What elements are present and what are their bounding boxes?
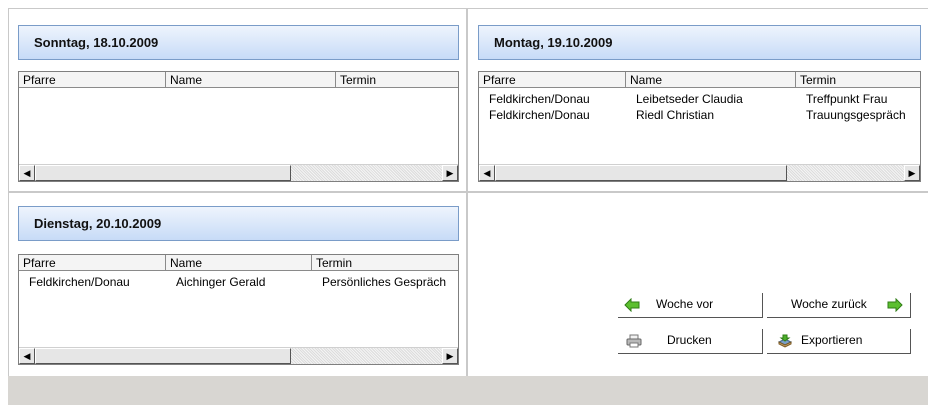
grid-divider-horizontal — [8, 191, 928, 193]
scroll-left-icon[interactable]: ◀ — [19, 165, 35, 181]
week-back-button[interactable]: Woche zurück — [767, 293, 911, 318]
horizontal-scrollbar[interactable]: ◀ ▶ — [19, 164, 458, 181]
day-title: Sonntag, 18.10.2009 — [34, 35, 159, 50]
printer-icon — [626, 334, 642, 348]
day-title: Dienstag, 20.10.2009 — [34, 216, 162, 231]
arrow-left-icon — [624, 298, 640, 312]
scroll-left-icon[interactable]: ◀ — [19, 348, 35, 364]
week-forward-button[interactable]: Woche vor — [618, 293, 763, 318]
column-header-name[interactable]: Name — [166, 255, 312, 271]
scroll-right-icon[interactable]: ▶ — [442, 348, 458, 364]
column-header-termin[interactable]: Termin — [796, 72, 920, 88]
scroll-left-icon[interactable]: ◀ — [479, 165, 495, 181]
column-header-termin[interactable]: Termin — [336, 72, 458, 88]
scrollbar-thumb[interactable] — [495, 165, 787, 181]
status-bar — [8, 376, 928, 405]
day-header-monday: Montag, 19.10.2009 — [478, 25, 921, 60]
column-header-name[interactable]: Name — [626, 72, 796, 88]
horizontal-scrollbar[interactable]: ◀ ▶ — [19, 347, 458, 364]
calendar-grid: Sonntag, 18.10.2009 Pfarre Name Termin ◀… — [0, 0, 928, 376]
column-header-pfarre[interactable]: Pfarre — [19, 255, 166, 271]
appointments-list-tuesday[interactable]: Pfarre Name Termin Feldkirchen/Donau Aic… — [18, 254, 459, 365]
column-header-name[interactable]: Name — [166, 72, 336, 88]
appointments-list-monday[interactable]: Pfarre Name Termin Feldkirchen/Donau Lei… — [478, 71, 921, 182]
column-header-termin[interactable]: Termin — [312, 255, 458, 271]
day-header-tuesday: Dienstag, 20.10.2009 — [18, 206, 459, 241]
scroll-right-icon[interactable]: ▶ — [442, 165, 458, 181]
day-header-sunday: Sonntag, 18.10.2009 — [18, 25, 459, 60]
column-header-pfarre[interactable]: Pfarre — [19, 72, 166, 88]
scrollbar-thumb[interactable] — [35, 165, 291, 181]
arrow-right-icon — [887, 298, 903, 312]
print-button[interactable]: Drucken — [618, 329, 763, 354]
scrollbar-thumb[interactable] — [35, 348, 291, 364]
grid-border-top — [8, 8, 928, 9]
appointments-list-sunday[interactable]: Pfarre Name Termin ◀ ▶ — [18, 71, 459, 182]
scroll-right-icon[interactable]: ▶ — [904, 165, 920, 181]
column-header-pfarre[interactable]: Pfarre — [479, 72, 626, 88]
export-icon — [777, 334, 793, 348]
horizontal-scrollbar[interactable]: ◀ ▶ — [479, 164, 920, 181]
day-title: Montag, 19.10.2009 — [494, 35, 613, 50]
export-button[interactable]: Exportieren — [767, 329, 911, 354]
